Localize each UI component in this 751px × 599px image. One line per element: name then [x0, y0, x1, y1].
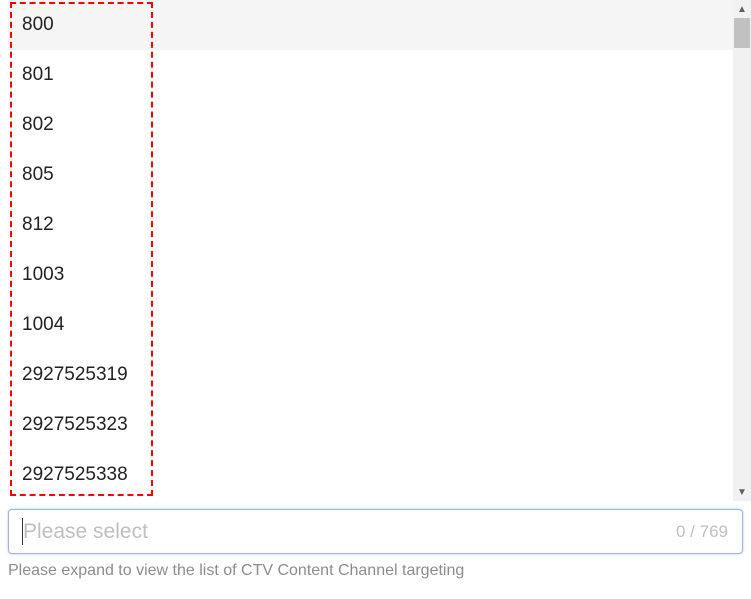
list-item[interactable]: 812 — [8, 200, 743, 250]
list-item-label: 800 — [22, 14, 54, 36]
scroll-up-icon[interactable]: ▲ — [733, 0, 751, 18]
triangle-down-icon: ▼ — [737, 487, 747, 498]
list-item-label: 812 — [22, 214, 54, 236]
list-item-label: 805 — [22, 164, 54, 186]
option-list: 800 801 802 805 812 1003 1004 2927525319… — [8, 0, 743, 501]
hint-text: Please expand to view the list of CTV Co… — [8, 562, 464, 580]
list-item[interactable]: 1003 — [8, 250, 743, 300]
list-item-label: 2927525323 — [22, 414, 128, 436]
scrollbar[interactable]: ▲ ▼ — [733, 0, 751, 501]
list-item-label: 802 — [22, 114, 54, 136]
dropdown-panel: 800 801 802 805 812 1003 1004 2927525319… — [0, 0, 751, 599]
list-item[interactable]: 805 — [8, 150, 743, 200]
list-item[interactable]: 2927525338 — [8, 450, 743, 500]
list-item[interactable]: 801 — [8, 50, 743, 100]
list-item-label: 801 — [22, 64, 54, 86]
list-item[interactable]: 2927525323 — [8, 400, 743, 450]
select-input-container[interactable]: 0 / 769 — [8, 509, 743, 554]
list-item-label: 2927525319 — [22, 364, 128, 386]
selection-counter: 0 / 769 — [676, 522, 728, 542]
list-item-label: 2927525338 — [22, 464, 128, 486]
list-item-label: 1003 — [22, 264, 64, 286]
list-item[interactable]: 2927525319 — [8, 350, 743, 400]
scroll-thumb[interactable] — [734, 18, 750, 48]
triangle-up-icon: ▲ — [737, 4, 747, 15]
list-item[interactable]: 800 — [8, 0, 743, 50]
scroll-down-icon[interactable]: ▼ — [733, 483, 751, 501]
list-item[interactable]: 1004 — [8, 300, 743, 350]
select-input[interactable] — [23, 520, 676, 544]
list-item-label: 1004 — [22, 314, 64, 336]
text-cursor — [22, 518, 23, 545]
list-item[interactable]: 802 — [8, 100, 743, 150]
